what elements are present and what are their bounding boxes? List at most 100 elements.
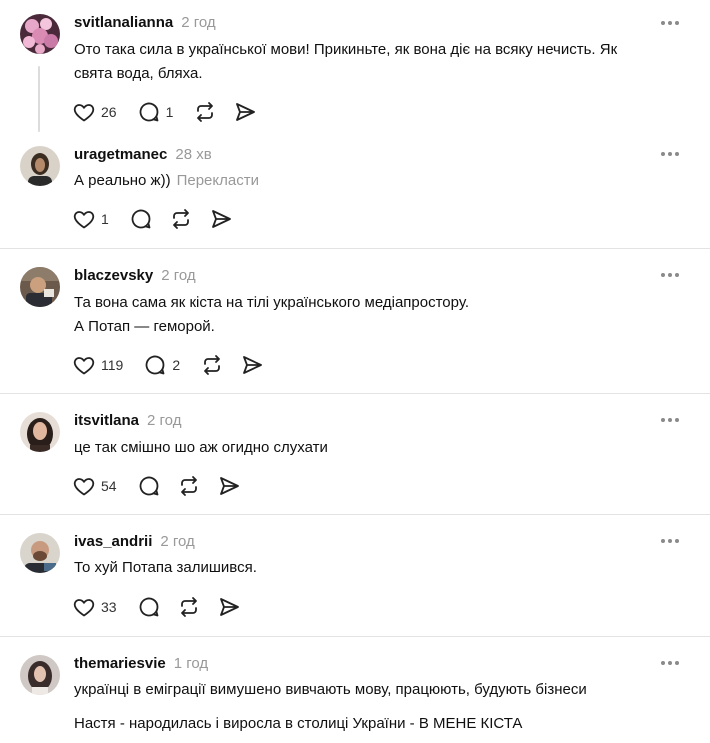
heart-icon xyxy=(73,357,95,375)
comment-header: itsvitlana 2 год xyxy=(74,412,181,429)
comment-line: А Потап — геморой. xyxy=(74,318,215,335)
username[interactable]: ivas_andrii xyxy=(74,533,152,550)
heart-icon xyxy=(73,104,95,122)
share-button[interactable] xyxy=(217,595,241,619)
send-icon xyxy=(211,210,231,228)
repost-icon xyxy=(197,102,214,122)
more-icon[interactable] xyxy=(658,415,682,425)
comment-header: uragetmanec 28 хв xyxy=(74,146,212,163)
send-icon xyxy=(219,477,239,495)
avatar[interactable] xyxy=(20,267,60,307)
send-icon xyxy=(219,598,239,616)
comment-icon xyxy=(139,102,158,122)
reply-count: 2 xyxy=(172,357,181,373)
like-count: 54 xyxy=(101,478,117,494)
comment-header: ivas_andrii 2 год xyxy=(74,533,195,550)
comment-line: це так смішно шо аж огидно слухати xyxy=(74,439,328,456)
like-button[interactable]: 26 xyxy=(72,100,121,124)
comment-line: Ото така сила в української мови! Прикин… xyxy=(74,41,618,58)
username[interactable]: uragetmanec xyxy=(74,146,167,163)
reply-button[interactable] xyxy=(129,207,153,231)
repost-button[interactable] xyxy=(193,100,217,124)
share-button[interactable] xyxy=(233,100,257,124)
comment-line: Настя - народилась і виросла в столиці У… xyxy=(74,715,523,732)
comment-icon xyxy=(131,209,151,229)
like-count: 119 xyxy=(101,357,124,373)
comment-line: свята вода, бляха. xyxy=(74,65,203,82)
share-button[interactable] xyxy=(209,207,233,231)
like-count: 1 xyxy=(101,211,109,227)
comment-icon xyxy=(139,597,158,617)
avatar[interactable] xyxy=(20,533,60,573)
username[interactable]: blaczevsky xyxy=(74,267,153,284)
timestamp[interactable]: 1 год xyxy=(174,655,208,672)
more-icon[interactable] xyxy=(658,149,682,159)
repost-button[interactable] xyxy=(200,353,224,377)
more-icon[interactable] xyxy=(658,18,682,28)
more-icon[interactable] xyxy=(658,536,682,546)
username[interactable]: svitlanalianna xyxy=(74,14,173,31)
comment-icon xyxy=(145,355,165,375)
action-bar: 119 2 xyxy=(72,353,280,377)
action-bar: 54 xyxy=(72,474,257,498)
send-icon xyxy=(243,356,263,374)
comment-line: А реально ж)) xyxy=(74,172,171,189)
comment-text: То хуй Потапа залишився. xyxy=(74,556,680,580)
reply-count: 1 xyxy=(165,104,174,120)
avatar[interactable] xyxy=(20,655,60,695)
timestamp[interactable]: 2 год xyxy=(181,14,215,31)
repost-button[interactable] xyxy=(169,207,193,231)
avatar[interactable] xyxy=(20,412,60,452)
comment-item: uragetmanec 28 хв А реально ж)) Перекласт… xyxy=(0,140,710,248)
share-button[interactable] xyxy=(217,474,241,498)
heart-icon xyxy=(73,211,95,229)
comment-line: українці в еміграції вимушено вивчають м… xyxy=(74,681,587,698)
username[interactable]: themariesvie xyxy=(74,655,166,672)
timestamp[interactable]: 28 хв xyxy=(175,146,211,163)
reply-button[interactable] xyxy=(137,595,161,619)
like-button[interactable]: 1 xyxy=(72,207,113,231)
like-button[interactable]: 119 xyxy=(72,353,127,377)
like-count: 26 xyxy=(101,104,117,120)
comment-header: svitlanalianna 2 год xyxy=(74,14,216,31)
more-icon[interactable] xyxy=(658,270,682,280)
comment-item: svitlanalianna 2 год Ото така сила в укр… xyxy=(0,0,710,140)
username[interactable]: itsvitlana xyxy=(74,412,139,429)
translate-link[interactable]: Перекласти xyxy=(177,172,259,189)
comment-item: ivas_andrii 2 год То хуй Потапа залишивс… xyxy=(0,515,710,636)
comment-text: українці в еміграції вимушено вивчають м… xyxy=(74,678,680,736)
repost-button[interactable] xyxy=(177,595,201,619)
comment-item: itsvitlana 2 год це так смішно шо аж оги… xyxy=(0,394,710,514)
like-button[interactable]: 54 xyxy=(72,474,121,498)
timestamp[interactable]: 2 год xyxy=(147,412,181,429)
timestamp[interactable]: 2 год xyxy=(161,267,195,284)
repost-icon xyxy=(204,355,221,375)
comment-item: blaczevsky 2 год Та вона сама як кіста н… xyxy=(0,249,710,393)
reply-button[interactable]: 2 xyxy=(143,353,184,377)
comments-feed: svitlanalianna 2 год Ото така сила в укр… xyxy=(0,0,710,743)
comment-item: themariesvie 1 год українці в еміграції … xyxy=(0,637,710,743)
repost-button[interactable] xyxy=(177,474,201,498)
like-count: 33 xyxy=(101,599,117,615)
comment-text: це так смішно шо аж огидно слухати xyxy=(74,436,680,460)
repost-icon xyxy=(180,476,197,496)
comment-text: Та вона сама як кіста на тілі українсько… xyxy=(74,291,680,339)
reply-button[interactable] xyxy=(137,474,161,498)
more-icon[interactable] xyxy=(658,658,682,668)
repost-icon xyxy=(180,597,197,617)
comment-text: А реально ж)) Перекласти xyxy=(74,169,680,193)
send-icon xyxy=(236,103,256,121)
avatar[interactable] xyxy=(20,14,60,54)
heart-icon xyxy=(73,478,95,496)
comment-text: Ото така сила в української мови! Прикин… xyxy=(74,38,680,86)
comment-line: Та вона сама як кіста на тілі українсько… xyxy=(74,294,469,311)
repost-icon xyxy=(172,209,189,229)
timestamp[interactable]: 2 год xyxy=(160,533,194,550)
comment-icon xyxy=(139,476,158,496)
action-bar: 33 xyxy=(72,595,257,619)
share-button[interactable] xyxy=(240,353,264,377)
action-bar: 1 xyxy=(72,207,249,231)
reply-button[interactable]: 1 xyxy=(137,100,178,124)
avatar[interactable] xyxy=(20,146,60,186)
like-button[interactable]: 33 xyxy=(72,595,121,619)
